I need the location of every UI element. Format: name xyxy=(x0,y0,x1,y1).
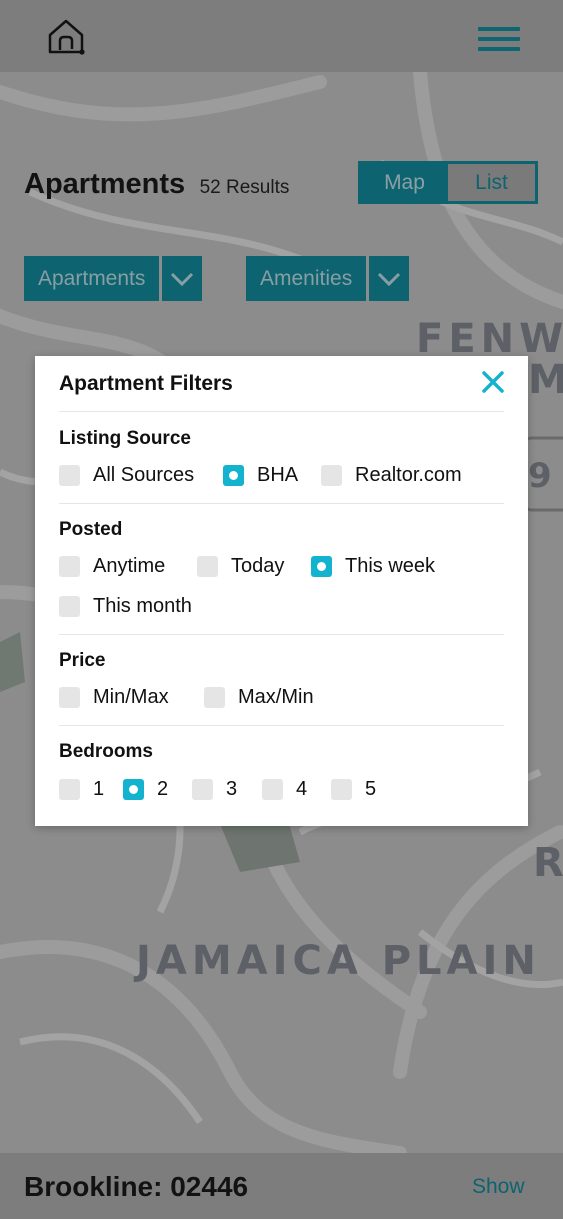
map-view-button[interactable]: Map xyxy=(361,164,448,201)
modal-title: Apartment Filters xyxy=(59,372,233,395)
type-filter-dropdown[interactable]: Apartments xyxy=(24,256,203,301)
divider xyxy=(59,634,504,635)
posted-option-today[interactable]: Today xyxy=(197,555,284,578)
checkbox[interactable] xyxy=(192,779,213,800)
results-count: 52 Results xyxy=(199,177,290,198)
map-label-mo: MO xyxy=(528,357,563,403)
amenities-filter-label[interactable]: Amenities xyxy=(246,256,367,301)
bedrooms-option-3[interactable]: 3 xyxy=(192,778,237,801)
option-label: BHA xyxy=(257,464,299,486)
listing-source-title: Listing Source xyxy=(59,428,191,449)
checkbox[interactable] xyxy=(321,465,342,486)
checkbox-checked[interactable] xyxy=(311,556,332,577)
posted-title: Posted xyxy=(59,519,123,540)
checkbox[interactable] xyxy=(197,556,218,577)
checkbox[interactable] xyxy=(59,556,80,577)
close-icon[interactable] xyxy=(481,370,505,394)
option-label: Realtor.com xyxy=(355,464,462,486)
price-option-min-max[interactable]: Min/Max xyxy=(59,686,169,709)
option-label: Anytime xyxy=(93,555,166,577)
bedrooms-option-1[interactable]: 1 xyxy=(59,778,104,801)
checkbox[interactable] xyxy=(59,779,80,800)
map-label-jamaica-plain: JAMAICA PLAIN xyxy=(136,938,541,984)
bedrooms-option-4[interactable]: 4 xyxy=(262,778,307,801)
apartment-filters-modal: Apartment Filters Listing Source All Sou… xyxy=(35,356,528,826)
source-option-realtor[interactable]: Realtor.com xyxy=(321,464,462,487)
list-view-button[interactable]: List xyxy=(448,164,535,201)
option-label: 3 xyxy=(226,778,238,800)
divider xyxy=(59,725,504,726)
bedrooms-option-5[interactable]: 5 xyxy=(331,778,376,801)
option-label: This month xyxy=(93,595,192,617)
source-option-all-sources[interactable]: All Sources xyxy=(59,464,194,487)
chevron-down-icon[interactable] xyxy=(369,256,410,301)
view-toggle: Map List xyxy=(358,161,538,204)
location-label: Brookline: 02446 xyxy=(24,1171,249,1202)
price-option-max-min[interactable]: Max/Min xyxy=(204,686,314,709)
option-label: 2 xyxy=(157,778,169,800)
bedrooms-option-2[interactable]: 2 xyxy=(123,778,168,801)
chevron-down-icon[interactable] xyxy=(162,256,203,301)
option-label: Max/Min xyxy=(238,686,314,708)
checkbox-checked[interactable] xyxy=(223,465,244,486)
option-label: All Sources xyxy=(93,464,195,486)
divider xyxy=(59,411,504,412)
option-label: This week xyxy=(345,555,436,577)
price-title: Price xyxy=(59,650,106,671)
page-title: Apartments xyxy=(24,168,186,200)
bedrooms-title: Bedrooms xyxy=(59,741,153,762)
show-button[interactable]: Show xyxy=(472,1175,525,1199)
checkbox-checked[interactable] xyxy=(123,779,144,800)
app-header xyxy=(0,0,563,72)
source-option-bha[interactable]: BHA xyxy=(223,464,298,487)
location-bar: Brookline: 02446 Show xyxy=(0,1153,563,1219)
option-label: Today xyxy=(231,555,285,577)
amenities-filter-dropdown[interactable]: Amenities xyxy=(246,256,410,301)
checkbox[interactable] xyxy=(204,687,225,708)
hamburger-menu-icon[interactable] xyxy=(478,27,520,53)
option-label: Min/Max xyxy=(93,686,169,708)
divider xyxy=(59,503,504,504)
type-filter-label[interactable]: Apartments xyxy=(24,256,160,301)
option-label: 5 xyxy=(365,778,377,800)
home-icon[interactable] xyxy=(46,17,86,55)
listing-header: Apartments 52 Results xyxy=(24,168,289,201)
posted-option-this-week[interactable]: This week xyxy=(311,555,435,578)
option-label: 4 xyxy=(296,778,308,800)
option-label: 1 xyxy=(93,778,105,800)
checkbox[interactable] xyxy=(59,687,80,708)
posted-option-this-month[interactable]: This month xyxy=(59,595,192,618)
checkbox[interactable] xyxy=(59,596,80,617)
posted-option-anytime[interactable]: Anytime xyxy=(59,555,165,578)
checkbox[interactable] xyxy=(331,779,352,800)
checkbox[interactable] xyxy=(262,779,283,800)
checkbox[interactable] xyxy=(59,465,80,486)
map-label-route-number: 9 xyxy=(528,456,552,496)
map-label-r: R xyxy=(533,840,563,886)
